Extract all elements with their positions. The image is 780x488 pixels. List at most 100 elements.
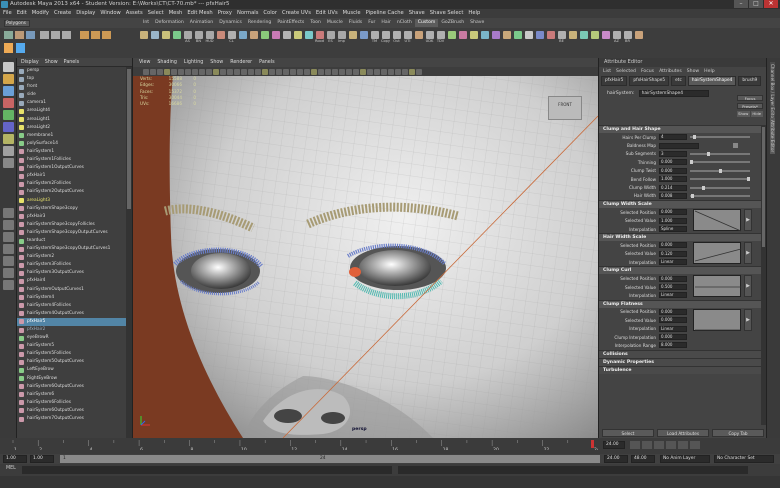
maximize-button[interactable]: □	[749, 0, 763, 8]
shelf-tab-custom[interactable]: Custom	[414, 19, 439, 27]
shelf-tool-button[interactable]: CL	[227, 31, 236, 45]
shelf-tool-button[interactable]	[172, 31, 181, 45]
shelf-tab-animation[interactable]: Animation	[187, 19, 216, 27]
viewport-toolbar-icon[interactable]	[339, 68, 345, 75]
focus-button[interactable]: Focus	[737, 95, 763, 101]
go-start-icon[interactable]	[630, 441, 640, 449]
slider-handle[interactable]	[690, 193, 694, 198]
outliner-menu-panels[interactable]: Panels	[64, 58, 79, 66]
mel-label[interactable]: MEL	[6, 466, 16, 471]
outliner-item[interactable]: polySurface14	[17, 140, 132, 148]
attribute-value-field[interactable]: Linear	[659, 325, 687, 332]
viewport-toolbar-icon[interactable]	[143, 68, 149, 75]
viewport-toolbar-icon[interactable]	[248, 68, 254, 75]
outliner-scrollbar[interactable]	[126, 67, 132, 438]
section-clump-hair-shape[interactable]: Clump and Hair Shape	[599, 125, 761, 133]
outliner-item[interactable]: membrane1	[17, 132, 132, 140]
viewport-toolbar-icon[interactable]	[318, 68, 324, 75]
shelf-tool-button[interactable]	[590, 31, 599, 45]
range-start-field[interactable]: 1.00	[3, 455, 27, 463]
viewport-toolbar-icon[interactable]	[206, 68, 212, 75]
viewport-toolbar-icon[interactable]	[367, 68, 373, 75]
viewport-menu-view[interactable]: View	[139, 58, 150, 67]
shelf-tool-button[interactable]	[304, 31, 313, 45]
shelf-tab-gozbrush[interactable]: GoZBrush	[438, 19, 467, 27]
menu-mesh[interactable]: Mesh	[169, 9, 183, 18]
ae-menu-selected[interactable]: Selected	[616, 67, 636, 76]
current-frame-field[interactable]: 24.00	[603, 441, 625, 449]
outliner-item[interactable]: hairSystem2Follicles	[17, 180, 132, 188]
ramp-graph[interactable]	[693, 242, 742, 265]
shelf-tool-button[interactable]	[260, 31, 269, 45]
attribute-value-field[interactable]: Linear	[659, 259, 687, 266]
shelf-tool-button[interactable]	[216, 31, 225, 45]
outliner-item[interactable]: hairSystem6Follicles	[17, 399, 132, 407]
outliner-item[interactable]: hairSystemShape3copyOutputCurves	[17, 229, 132, 237]
attribute-slider[interactable]	[690, 135, 750, 140]
range-end2-field[interactable]: 48.00	[631, 455, 655, 463]
menu-shave[interactable]: Shave	[409, 9, 425, 18]
snap-point-icon[interactable]	[102, 31, 111, 39]
viewport-toolbar-icon[interactable]	[353, 68, 359, 75]
outliner-item[interactable]: hairSystem6	[17, 391, 132, 399]
lasso-tool-icon[interactable]	[3, 74, 14, 84]
viewport-toolbar-icon[interactable]	[178, 68, 184, 75]
ae-load-attributes-button[interactable]: Load Attributes	[657, 429, 709, 437]
open-scene-icon[interactable]	[15, 31, 24, 39]
viewport-toolbar-icon[interactable]	[381, 68, 387, 75]
section-clump-width-scale[interactable]: Clump Width Scale	[599, 200, 761, 209]
scale-tool-icon[interactable]	[3, 122, 14, 132]
shelf-tool-button[interactable]: TDV	[436, 31, 445, 45]
viewport-toolbar-icon[interactable]	[360, 68, 366, 75]
viewport-toolbar-icon[interactable]	[290, 68, 296, 75]
shelf-tool-button[interactable]: Copy	[381, 31, 390, 45]
hide-button[interactable]: Hide	[750, 111, 763, 117]
outliner-item[interactable]: hairSystem7OutputCurves	[17, 415, 132, 423]
viewport-toolbar-icon[interactable]	[255, 68, 261, 75]
viewport-toolbar-icon[interactable]	[213, 68, 219, 75]
menu-shave-select[interactable]: Shave Select	[430, 9, 464, 18]
rotate-tool-icon[interactable]	[3, 110, 14, 120]
viewport-toolbar-icon[interactable]	[269, 68, 275, 75]
menu-color[interactable]: Color	[263, 9, 277, 18]
viewport-toolbar-icon[interactable]	[171, 68, 177, 75]
outliner-item[interactable]: pfxHair2	[17, 326, 132, 334]
menu-create[interactable]: Create	[54, 9, 71, 18]
shelf-tool-button[interactable]	[447, 31, 456, 45]
attribute-slider[interactable]	[690, 185, 750, 190]
render-icon[interactable]	[16, 43, 25, 53]
attribute-value-field[interactable]	[659, 142, 699, 149]
shelf-tool-button[interactable]	[601, 31, 610, 45]
ramp-expand-button[interactable]: ▶	[744, 242, 752, 265]
menu-display[interactable]: Display	[76, 9, 95, 18]
viewport-toolbar-icon[interactable]	[185, 68, 191, 75]
outliner-item[interactable]: LeftEyeBrow	[17, 366, 132, 374]
shelf-tool-button[interactable]	[348, 31, 357, 45]
menu-edit-mesh[interactable]: Edit Mesh	[187, 9, 212, 18]
map-button[interactable]	[733, 143, 738, 149]
snap-grid-icon[interactable]	[80, 31, 89, 39]
ae-tab-hairsystemshape4[interactable]: hairSystemShape4	[687, 76, 737, 86]
viewport-toolbar-icon[interactable]	[402, 68, 408, 75]
shelf-tool-button[interactable]: TM	[370, 31, 379, 45]
outliner-item[interactable]: top	[17, 75, 132, 83]
save-scene-icon[interactable]	[26, 31, 35, 39]
outliner-item[interactable]: hairSystem1	[17, 148, 132, 156]
outliner-item[interactable]: areaLight2	[17, 124, 132, 132]
shelf-tool-button[interactable]	[502, 31, 511, 45]
shelf-tool-button[interactable]	[161, 31, 170, 45]
attribute-value-field[interactable]: 3	[659, 150, 687, 157]
viewport-menu-panels[interactable]: Panels	[259, 58, 274, 67]
outliner-item[interactable]: pfxHair5	[17, 317, 132, 326]
layout-hypershade-icon[interactable]	[3, 268, 14, 278]
viewport-toolbar-icon[interactable]	[346, 68, 352, 75]
viewport-toolbar-icon[interactable]	[283, 68, 289, 75]
outliner-item[interactable]: hairSystem4OutputCurves	[17, 310, 132, 318]
viewport-toolbar-icon[interactable]	[227, 68, 233, 75]
attribute-value-field[interactable]: Linear	[659, 292, 687, 299]
current-time-marker[interactable]	[591, 440, 594, 448]
paint-select-icon[interactable]	[3, 86, 14, 96]
slider-handle[interactable]	[701, 185, 705, 190]
menu-muscle[interactable]: Muscle	[343, 9, 361, 18]
shelf-tab-muscle[interactable]: Muscle	[324, 19, 346, 27]
